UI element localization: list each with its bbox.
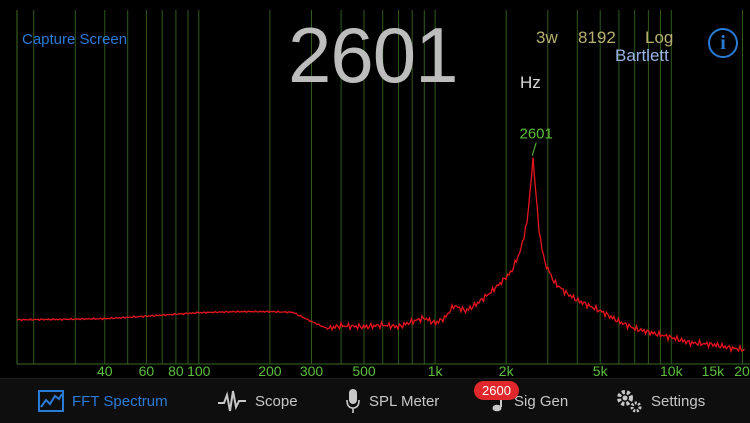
x-tick-label: 200 <box>258 363 282 378</box>
peak-frequency-readout: 2601 <box>288 11 459 99</box>
peak-label: 2601 <box>520 126 553 143</box>
tab-scope[interactable]: Scope <box>217 379 298 423</box>
tab-fft-spectrum[interactable]: FFT Spectrum <box>38 379 168 423</box>
spectrum-icon <box>38 390 64 412</box>
sig-gen-badge: 2600 <box>474 381 519 400</box>
x-tick-label: 300 <box>300 363 324 378</box>
x-tick-label: 500 <box>352 363 376 378</box>
tab-settings[interactable]: Settings <box>615 379 705 423</box>
spectrum-trace <box>16 157 745 354</box>
info-icon[interactable]: i <box>708 28 738 58</box>
tab-label: Scope <box>255 392 298 410</box>
window-function-setting[interactable]: Bartlett <box>615 46 669 66</box>
x-tick-label: 80 <box>168 363 184 378</box>
peak-marker-line <box>531 142 537 156</box>
x-tick-label: 15k <box>702 363 726 378</box>
x-tick-label: 100 <box>187 363 211 378</box>
tab-spl-meter[interactable]: SPL Meter <box>345 379 439 423</box>
x-tick-label: 1k <box>428 363 444 378</box>
tab-label: SPL Meter <box>369 392 440 410</box>
x-tick-label: 2k <box>499 363 515 378</box>
tab-label: Settings <box>651 392 706 410</box>
x-axis-tick-labels: 40 60 80 100 200 300 500 1k 2k 5k 10k 15k 20 <box>97 363 750 378</box>
waveform-icon <box>218 390 246 412</box>
x-tick-label: 40 <box>97 363 113 378</box>
capture-screen-button[interactable]: Capture Screen <box>22 31 127 48</box>
x-tick-label: 60 <box>139 363 155 378</box>
x-tick-label: 20 <box>734 363 750 378</box>
averaging-setting[interactable]: 3w <box>536 28 558 48</box>
microphone-icon <box>346 389 360 413</box>
frequency-unit: Hz <box>520 73 541 92</box>
x-tick-label: 10k <box>660 363 684 378</box>
tab-label: FFT Spectrum <box>72 392 168 410</box>
gears-icon <box>617 390 642 413</box>
tab-bar: FFT Spectrum Scope SPL Meter Sig Gen Set… <box>0 378 750 423</box>
scale-setting[interactable]: Log <box>645 28 673 48</box>
fft-size-setting[interactable]: 8192 <box>578 28 616 48</box>
tab-label: Sig Gen <box>514 392 569 410</box>
x-tick-label: 5k <box>593 363 609 378</box>
